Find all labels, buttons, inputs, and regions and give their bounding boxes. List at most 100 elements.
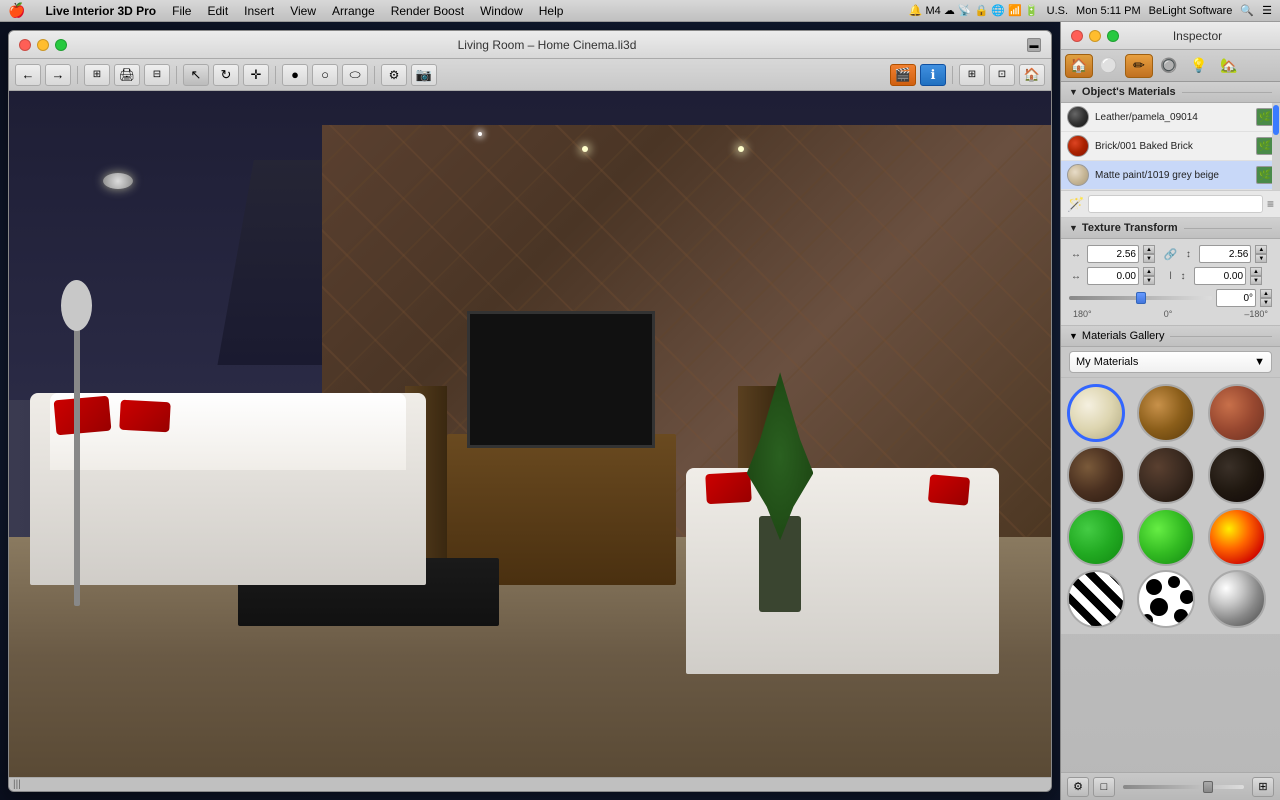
separator-1 [77, 66, 78, 84]
inspector-tab-texture[interactable]: 🔘 [1155, 54, 1183, 78]
scale-y-up[interactable]: ▲ [1255, 245, 1267, 254]
gallery-sphere-spots[interactable] [1137, 570, 1195, 628]
offset-y-group: ▲ ▼ [1194, 267, 1272, 285]
minimize-button[interactable] [37, 39, 49, 51]
angle-slider-track[interactable] [1069, 296, 1212, 300]
3d-view-button[interactable]: ⊡ [989, 64, 1015, 86]
maximize-button[interactable] [55, 39, 67, 51]
rotate-tool[interactable]: ↻ [213, 64, 239, 86]
gallery-arrow: ▼ [1069, 331, 1078, 341]
menubar-menu-icon[interactable]: ☰ [1262, 4, 1272, 17]
material-item-1[interactable]: Leather/pamela_09014 🌿 [1061, 103, 1280, 132]
menu-window[interactable]: Window [480, 4, 523, 18]
gallery-sphere-wood[interactable] [1137, 384, 1195, 442]
render-button[interactable]: 🎬 [890, 64, 916, 86]
gallery-sphere-green[interactable] [1067, 508, 1125, 566]
menu-edit[interactable]: Edit [207, 4, 228, 18]
offset-y-down[interactable]: ▼ [1250, 276, 1262, 285]
scale-y-input[interactable] [1199, 245, 1251, 263]
offset-x-up[interactable]: ▲ [1143, 267, 1155, 276]
angle-up[interactable]: ▲ [1260, 289, 1272, 298]
inspector-tab-edit[interactable]: ✏ [1125, 54, 1153, 78]
menubar-search-icon[interactable]: 🔍 [1240, 4, 1254, 17]
gallery-sphere-very-dark[interactable] [1208, 446, 1266, 504]
materials-scrollbar[interactable] [1272, 103, 1280, 190]
scale-x-down[interactable]: ▼ [1143, 254, 1155, 263]
wand-icon[interactable]: 🪄 [1067, 196, 1084, 213]
inspector-settings-button[interactable]: ⚙ [1067, 777, 1089, 797]
measure-tool[interactable]: ⚙ [381, 64, 407, 86]
menu-render-boost[interactable]: Render Boost [391, 4, 464, 18]
gallery-sphere-brick[interactable] [1208, 384, 1266, 442]
inspector-grid-button[interactable]: ⊞ [1252, 777, 1274, 797]
gallery-dropdown-value: My Materials [1076, 356, 1138, 368]
oval-tool[interactable]: ⬭ [342, 64, 368, 86]
material-search-field[interactable] [1088, 195, 1263, 213]
apple-menu[interactable]: 🍎 [8, 2, 25, 19]
gallery-sphere-dark-wood[interactable] [1067, 446, 1125, 504]
offset-x-input[interactable] [1087, 267, 1139, 285]
2d-layout-button[interactable]: ⊞ [959, 64, 985, 86]
inspector-tab-light[interactable]: 💡 [1185, 54, 1213, 78]
inspector-zoom-thumb[interactable] [1203, 781, 1213, 793]
menu-arrange[interactable]: Arrange [332, 4, 375, 18]
select-tool[interactable]: ↖ [183, 64, 209, 86]
inspector-maximize[interactable] [1107, 30, 1119, 42]
angle-input[interactable] [1216, 289, 1256, 307]
inspector-zoom-slider[interactable] [1123, 785, 1244, 789]
gallery-sphere-zebra[interactable] [1067, 570, 1125, 628]
gallery-sphere-chrome[interactable] [1208, 570, 1266, 628]
texture-arrow: ▼ [1069, 223, 1078, 233]
print-button[interactable]: 🖨 [114, 64, 140, 86]
scale-x-input[interactable] [1087, 245, 1139, 263]
home-view-button[interactable]: 🏠 [1019, 64, 1045, 86]
objects-materials-header[interactable]: ▼ Object's Materials [1061, 82, 1280, 103]
material-item-2[interactable]: Brick/001 Baked Brick 🌿 [1061, 132, 1280, 161]
offset-x-down[interactable]: ▼ [1143, 276, 1155, 285]
link-icon[interactable]: 🔗 [1164, 248, 1178, 261]
back-button[interactable]: ← [15, 64, 41, 86]
viewport-menu-icon[interactable]: ▬ [1027, 38, 1041, 52]
scale-x-up[interactable]: ▲ [1143, 245, 1155, 254]
wand-menu-icon[interactable]: ≡ [1267, 197, 1274, 211]
circle-tool[interactable]: ○ [312, 64, 338, 86]
close-button[interactable] [19, 39, 31, 51]
angle-slider-row: ▲ ▼ [1069, 289, 1272, 307]
gallery-sphere-bright-green[interactable] [1137, 508, 1195, 566]
menu-insert[interactable]: Insert [244, 4, 274, 18]
offset-y-input[interactable] [1194, 267, 1246, 285]
materials-scroll-thumb[interactable] [1273, 105, 1279, 135]
gallery-dropdown[interactable]: My Materials ▼ [1069, 351, 1272, 373]
menu-file[interactable]: File [172, 4, 191, 18]
move-tool[interactable]: ✛ [243, 64, 269, 86]
offset-y-up[interactable]: ▲ [1250, 267, 1262, 276]
inspector-layout-button[interactable]: □ [1093, 777, 1115, 797]
inspector-tab-structure[interactable]: 🏡 [1215, 54, 1243, 78]
angle-slider-thumb[interactable] [1136, 292, 1146, 304]
material-item-3[interactable]: Matte paint/1019 grey beige 🌿 [1061, 161, 1280, 190]
separator-2 [176, 66, 177, 84]
info-button[interactable]: ℹ [920, 64, 946, 86]
mat-label-2: Brick/001 Baked Brick [1095, 141, 1250, 152]
point-tool[interactable]: ● [282, 64, 308, 86]
inspector-tab-home[interactable]: 🏠 [1065, 54, 1093, 78]
gallery-sphere-fire[interactable] [1208, 508, 1266, 566]
gallery-dropdown-arrow: ▼ [1254, 356, 1265, 368]
angle-down[interactable]: ▼ [1260, 298, 1272, 307]
menu-view[interactable]: View [290, 4, 316, 18]
gallery-sphere-brown[interactable] [1137, 446, 1195, 504]
viewport-scrollbar[interactable]: ||| [9, 777, 1051, 791]
menu-help[interactable]: Help [539, 4, 564, 18]
scale-y-down[interactable]: ▼ [1255, 254, 1267, 263]
app-name[interactable]: Live Interior 3D Pro [45, 4, 156, 18]
forward-button[interactable]: → [45, 64, 71, 86]
share-button[interactable]: ⊟ [144, 64, 170, 86]
camera-tool[interactable]: 📷 [411, 64, 437, 86]
2d-view-button[interactable]: ⊞ [84, 64, 110, 86]
texture-transform-header[interactable]: ▼ Texture Transform [1061, 218, 1280, 239]
offset-x-stepper: ▲ ▼ [1143, 267, 1155, 285]
inspector-minimize[interactable] [1089, 30, 1101, 42]
gallery-sphere-beige[interactable] [1067, 384, 1125, 442]
inspector-close[interactable] [1071, 30, 1083, 42]
inspector-tab-material[interactable]: ⚪ [1095, 54, 1123, 78]
